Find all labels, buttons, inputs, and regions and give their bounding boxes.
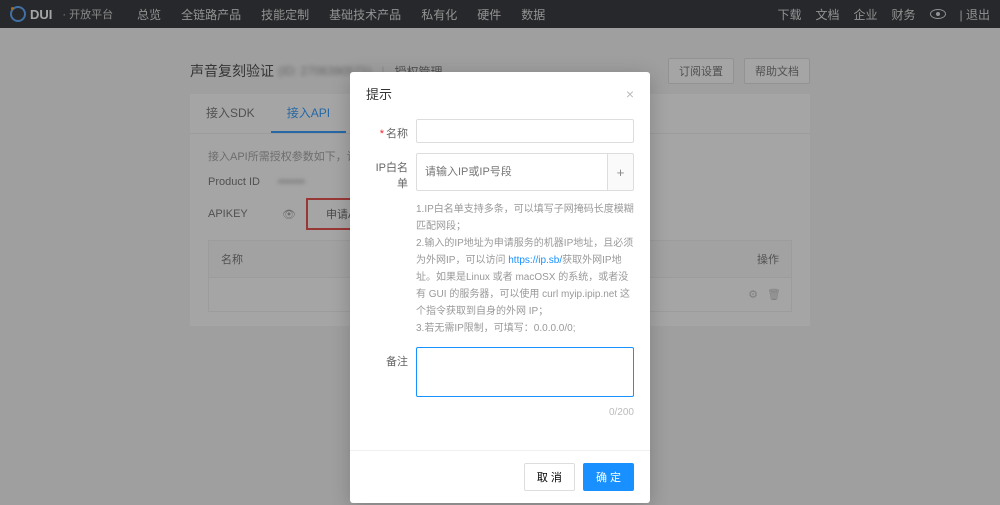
ip-input[interactable]	[416, 153, 608, 191]
modal-overlay: 提示 × *名称 IP白名单 + 1.IP白名单支持多条，可以填写子网掩码长度模…	[0, 0, 1000, 505]
remark-input[interactable]	[416, 347, 634, 397]
ip-label: IP白名单	[366, 153, 416, 191]
ok-button[interactable]: 确 定	[583, 463, 634, 491]
add-ip-button[interactable]: +	[608, 153, 634, 191]
hint-3: 3.若无需IP限制，可填写：0.0.0.0/0;	[416, 320, 634, 337]
modal-title: 提示	[366, 84, 392, 103]
hint-1: 1.IP白名单支持多条，可以填写子网掩码长度模糊匹配网段；	[416, 201, 634, 235]
modal: 提示 × *名称 IP白名单 + 1.IP白名单支持多条，可以填写子网掩码长度模…	[350, 72, 650, 503]
ip-hints: 1.IP白名单支持多条，可以填写子网掩码长度模糊匹配网段； 2.输入的IP地址为…	[416, 201, 634, 337]
name-label: 名称	[386, 128, 408, 140]
close-icon[interactable]: ×	[626, 86, 634, 102]
hint-2: 2.输入的IP地址为申请服务的机器IP地址，且必须为外网IP，可以访问 http…	[416, 235, 634, 320]
cancel-button[interactable]: 取 消	[524, 463, 575, 491]
remark-label: 备注	[366, 347, 416, 397]
char-counter: 0/200	[416, 407, 634, 418]
name-input[interactable]	[416, 119, 634, 143]
ip-link[interactable]: https://ip.sb/	[508, 255, 562, 266]
